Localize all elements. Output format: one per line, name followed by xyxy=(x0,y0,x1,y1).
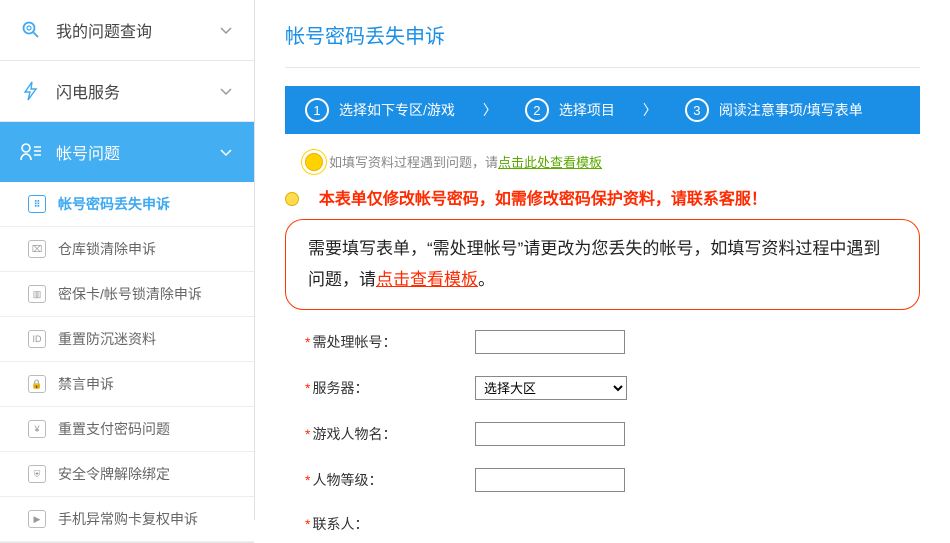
pay-icon: ¥ xyxy=(28,420,46,438)
tip-prefix: 如填写资料过程遇到问题，请 xyxy=(329,152,498,171)
chevron-right-icon: 〉 xyxy=(475,100,505,120)
sidebar-account-items: ⠿ 帐号密码丢失申诉 ⌧ 仓库锁清除申诉 ▥ 密保卡/帐号锁清除申诉 ID 重置… xyxy=(0,182,254,542)
lock-icon: 🔒 xyxy=(28,375,46,393)
sidebar-item-security-card[interactable]: ▥ 密保卡/帐号锁清除申诉 xyxy=(0,272,254,317)
account-icon xyxy=(20,141,42,163)
step-number: 1 xyxy=(305,98,329,122)
sidebar-item-label: 禁言申诉 xyxy=(58,374,114,394)
sidebar-section-account: 帐号问题 ⠿ 帐号密码丢失申诉 ⌧ 仓库锁清除申诉 ▥ 密保卡/帐号锁清除申诉 … xyxy=(0,122,254,543)
sidebar-item-label: 帐号密码丢失申诉 xyxy=(58,194,170,214)
form-row-charname: *游戏人物名： xyxy=(295,422,920,446)
character-level-input[interactable] xyxy=(475,468,625,492)
sidebar-item-mute-appeal[interactable]: 🔒 禁言申诉 xyxy=(0,362,254,407)
form-row-account: *需处理帐号： xyxy=(295,330,920,354)
step-1: 1 选择如下专区/游戏 xyxy=(285,98,475,122)
sidebar-item-label: 重置支付密码问题 xyxy=(58,419,170,439)
warning-text: 本表单仅修改帐号密码，如需修改密码保护资料，请联系客服！ xyxy=(319,185,767,209)
step-label: 选择如下专区/游戏 xyxy=(339,100,455,120)
step-3: 3 阅读注意事项/填写表单 xyxy=(665,98,883,122)
sidebar-item-password-appeal[interactable]: ⠿ 帐号密码丢失申诉 xyxy=(0,182,254,227)
sidebar-item-warehouse-lock[interactable]: ⌧ 仓库锁清除申诉 xyxy=(0,227,254,272)
warning-line: 本表单仅修改帐号密码，如需修改密码保护资料，请联系客服！ xyxy=(285,179,920,209)
sidebar-item-label: 仓库锁清除申诉 xyxy=(58,239,156,259)
shield-icon: ⛨ xyxy=(28,465,46,483)
tip-line: 如填写资料过程遇到问题，请 点击此处查看模板 xyxy=(305,152,920,171)
sidebar-item-label: 手机异常购卡复权申诉 xyxy=(58,509,198,529)
sidebar-header-label: 我的问题查询 xyxy=(56,18,218,42)
grid-icon: ⠿ xyxy=(28,195,46,213)
bulb-icon xyxy=(285,192,299,206)
notice-template-link[interactable]: 点击查看模板 xyxy=(376,270,478,289)
form-label: *需处理帐号： xyxy=(295,332,475,352)
form-label: *游戏人物名： xyxy=(295,424,475,444)
id-icon: ID xyxy=(28,330,46,348)
sidebar-section-queries: 我的问题查询 xyxy=(0,0,254,61)
main-content: 帐号密码丢失申诉 1 选择如下专区/游戏 〉 2 选择项目 〉 3 阅读注意事项… xyxy=(255,0,950,520)
sun-icon xyxy=(305,153,323,171)
notice-box: 需要填写表单，“需处理帐号”请更改为您丢失的帐号，如填写资料过程中遇到问题，请点… xyxy=(285,219,920,310)
phone-icon: ▶ xyxy=(28,510,46,528)
lightning-icon xyxy=(20,80,42,102)
server-select[interactable]: 选择大区 xyxy=(475,376,627,400)
chevron-down-icon xyxy=(218,22,234,38)
sidebar-header-flash[interactable]: 闪电服务 xyxy=(0,61,254,121)
step-2: 2 选择项目 xyxy=(505,98,635,122)
page-title: 帐号密码丢失申诉 xyxy=(285,0,920,68)
form-row-contact: *联系人： xyxy=(295,514,920,534)
sidebar-header-label: 帐号问题 xyxy=(56,140,218,164)
sidebar-header-account[interactable]: 帐号问题 xyxy=(0,122,254,182)
sidebar-item-reset-addiction[interactable]: ID 重置防沉迷资料 xyxy=(0,317,254,362)
sidebar-header-label: 闪电服务 xyxy=(56,79,218,103)
form-row-server: *服务器： 选择大区 xyxy=(295,376,920,400)
tip-template-link[interactable]: 点击此处查看模板 xyxy=(498,152,602,171)
step-number: 2 xyxy=(525,98,549,122)
sidebar: 我的问题查询 闪电服务 帐号问题 xyxy=(0,0,255,520)
sidebar-item-label: 安全令牌解除绑定 xyxy=(58,464,170,484)
form-label: *服务器： xyxy=(295,378,475,398)
card-icon: ▥ xyxy=(28,285,46,303)
chevron-down-icon xyxy=(218,144,234,160)
character-name-input[interactable] xyxy=(475,422,625,446)
sidebar-item-label: 密保卡/帐号锁清除申诉 xyxy=(58,284,202,304)
sidebar-section-flash: 闪电服务 xyxy=(0,61,254,122)
form-label: *联系人： xyxy=(295,514,475,534)
notice-text-post: 。 xyxy=(478,270,495,289)
sidebar-item-label: 重置防沉迷资料 xyxy=(58,329,156,349)
account-input[interactable] xyxy=(475,330,625,354)
form-row-level: *人物等级： xyxy=(295,468,920,492)
step-number: 3 xyxy=(685,98,709,122)
step-label: 选择项目 xyxy=(559,100,615,120)
sidebar-header-queries[interactable]: 我的问题查询 xyxy=(0,0,254,60)
sidebar-item-unbind-token[interactable]: ⛨ 安全令牌解除绑定 xyxy=(0,452,254,497)
sidebar-item-reset-pay[interactable]: ¥ 重置支付密码问题 xyxy=(0,407,254,452)
box-icon: ⌧ xyxy=(28,240,46,258)
chevron-right-icon: 〉 xyxy=(635,100,665,120)
magnifier-icon xyxy=(20,19,42,41)
step-label: 阅读注意事项/填写表单 xyxy=(719,100,863,120)
chevron-down-icon xyxy=(218,83,234,99)
form-label: *人物等级： xyxy=(295,470,475,490)
form: *需处理帐号： *服务器： 选择大区 *游戏人物名： *人物等级： *联系人： xyxy=(285,330,920,534)
step-bar: 1 选择如下专区/游戏 〉 2 选择项目 〉 3 阅读注意事项/填写表单 xyxy=(285,86,920,134)
